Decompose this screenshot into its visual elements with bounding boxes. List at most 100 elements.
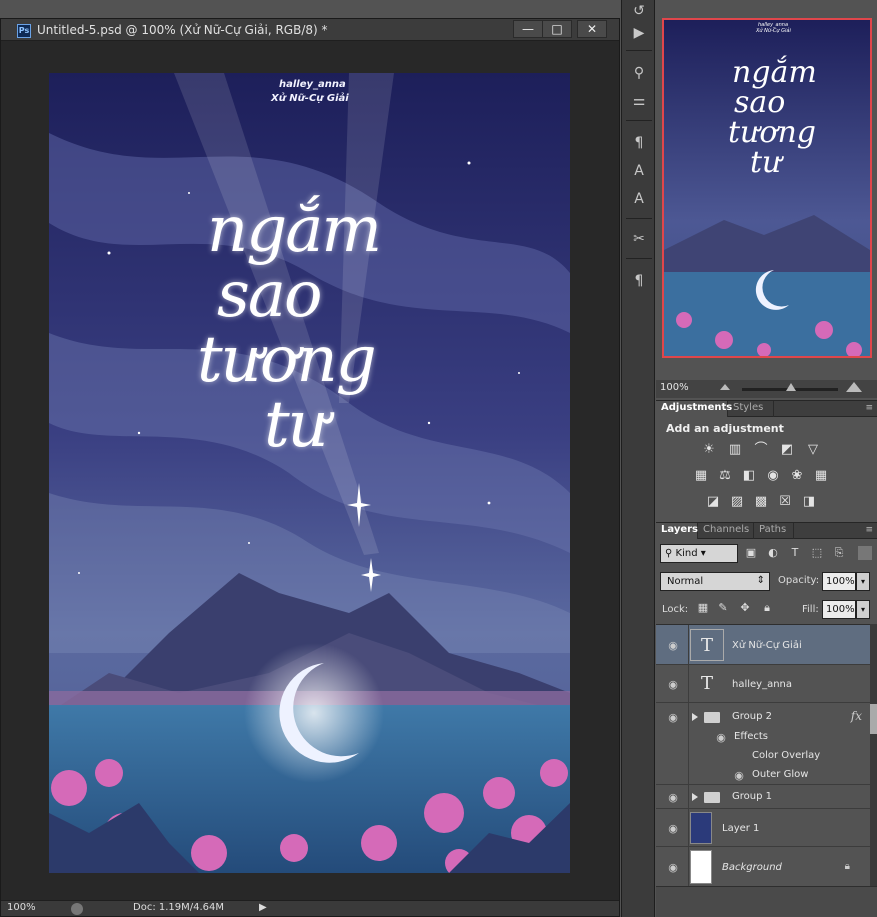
layer-group-row[interactable]: ◉ Group 1 — [656, 785, 870, 809]
layer-row[interactable]: ◉ T Xử Nữ-Cự Giải — [656, 625, 870, 665]
blend-mode-select[interactable]: Normal ⇕ — [660, 572, 770, 591]
layer-lock-icon: 🔒︎ — [844, 861, 850, 872]
photo-filter-icon[interactable]: ◉ — [764, 468, 782, 484]
layer-name[interactable]: Xử Nữ-Cự Giải — [732, 640, 802, 651]
selective-color-icon[interactable]: ☒ — [776, 494, 794, 510]
lock-label: Lock: — [662, 604, 689, 615]
brush-presets-icon[interactable]: ⚲ — [627, 62, 651, 84]
layer-name[interactable]: halley_anna — [732, 679, 792, 690]
lock-all-icon[interactable]: 🔒︎ — [760, 601, 774, 615]
adjustment-filter-icon[interactable]: ◐ — [766, 546, 780, 560]
effects-fx-icon[interactable]: fx — [851, 709, 862, 723]
brush-settings-icon[interactable]: ⚌ — [627, 90, 651, 112]
layers-panel-menu-icon[interactable]: ≡ — [865, 525, 873, 535]
layers-scrollbar-thumb[interactable] — [870, 704, 877, 734]
tab-layers[interactable]: Layers — [656, 523, 698, 539]
close-button[interactable]: ✕ — [577, 20, 607, 38]
navigator-zoom-value[interactable]: 100% — [660, 382, 689, 393]
visibility-eye-icon[interactable]: ◉ — [666, 678, 680, 691]
history-icon[interactable]: ↺ — [627, 0, 651, 22]
tab-adjustments[interactable]: Adjustments — [656, 401, 732, 417]
threshold-icon[interactable]: ▩ — [752, 494, 770, 510]
status-zoom[interactable]: 100% — [7, 902, 36, 913]
gradient-map-icon[interactable]: ◨ — [800, 494, 818, 510]
type-filter-icon[interactable]: T — [788, 546, 802, 560]
brightness-icon[interactable]: ☀ — [700, 442, 718, 458]
artwork-title-line-2: sao — [217, 258, 323, 332]
layer-row[interactable]: ◉ T halley_anna — [656, 665, 870, 703]
channel-mixer-icon[interactable]: ❀ — [788, 468, 806, 484]
paragraph-icon[interactable]: ¶ — [627, 270, 651, 292]
curves-icon[interactable]: ⌒ — [752, 442, 770, 458]
exposure-icon[interactable]: ◩ — [778, 442, 796, 458]
actions-play-icon[interactable]: ▶ — [627, 22, 651, 44]
status-menu-arrow-icon[interactable]: ▶ — [259, 902, 267, 913]
layers-tabs: Layers Channels Paths ≡ — [656, 522, 877, 539]
effect-color-overlay[interactable]: Color Overlay — [752, 750, 820, 761]
tool-divider — [626, 120, 652, 121]
panel-icon-strip: ↺ ▶ ⚲ ⚌ ¶ A A ✂ ¶ — [621, 0, 655, 917]
visibility-eye-icon[interactable]: ◉ — [666, 791, 680, 804]
artwork-canvas[interactable]: halley_anna Xử Nữ-Cự Giải ngắm sao tương… — [49, 73, 570, 873]
pixel-filter-icon[interactable]: ▣ — [744, 546, 758, 560]
layer-name[interactable]: Layer 1 — [722, 823, 759, 834]
lookup-icon[interactable]: ▦ — [812, 468, 830, 484]
folder-icon — [704, 792, 720, 803]
visibility-eye-icon[interactable]: ◉ — [666, 711, 680, 724]
minimize-button[interactable]: — — [513, 20, 543, 38]
hue-icon[interactable]: ▦ — [692, 468, 710, 484]
bw-icon[interactable]: ◧ — [740, 468, 758, 484]
invert-icon[interactable]: ◪ — [704, 494, 722, 510]
lock-transparent-icon[interactable]: ▦ — [696, 601, 710, 615]
filter-toggle-icon[interactable] — [858, 546, 872, 560]
canvas-area[interactable]: halley_anna Xử Nữ-Cự Giải ngắm sao tương… — [1, 42, 619, 904]
layer-name[interactable]: Group 1 — [732, 791, 772, 802]
expand-triangle-icon[interactable] — [692, 793, 698, 801]
effect-outer-glow[interactable]: Outer Glow — [752, 769, 808, 780]
row-divider — [688, 625, 689, 664]
layer-row[interactable]: ◉ Layer 1 — [656, 809, 870, 847]
layer-1-thumbnail — [690, 812, 712, 844]
fill-input[interactable]: 100% — [822, 600, 856, 619]
layer-group-row[interactable]: ◉ Group 2 fx ◉ Effects Color Overlay ◉ O… — [656, 703, 870, 785]
zoom-slider-handle[interactable] — [786, 383, 796, 391]
layers-scrollbar[interactable] — [870, 624, 877, 886]
opacity-dropdown-icon[interactable]: ▾ — [856, 572, 870, 591]
panel-menu-icon[interactable]: ≡ — [865, 403, 873, 413]
tab-paths[interactable]: Paths — [754, 523, 794, 539]
adjustments-heading: Add an adjustment — [666, 422, 784, 435]
opacity-input[interactable]: 100% — [822, 572, 856, 591]
maximize-button[interactable]: □ — [542, 20, 572, 38]
layer-kind-filter[interactable]: ⚲ Kind ▾ — [660, 544, 738, 563]
tool-presets-icon[interactable]: ✂ — [627, 228, 651, 250]
zoom-in-icon[interactable] — [846, 382, 862, 392]
navigator-thumbnail[interactable]: ngắm sao tương tư halley_anna Xử Nữ-Cự G… — [662, 18, 872, 358]
vibrance-icon[interactable]: ▽ — [804, 442, 822, 458]
visibility-eye-icon[interactable]: ◉ — [666, 822, 680, 835]
character-icon[interactable]: A — [627, 160, 651, 182]
status-info-icon[interactable] — [71, 903, 83, 915]
tab-channels[interactable]: Channels — [698, 523, 754, 539]
expand-triangle-icon[interactable] — [692, 713, 698, 721]
tab-styles[interactable]: Styles — [728, 401, 774, 417]
levels-icon[interactable]: ▥ — [726, 442, 744, 458]
lock-position-icon[interactable]: ✥ — [738, 601, 752, 615]
balance-icon[interactable]: ⚖ — [716, 468, 734, 484]
layer-name[interactable]: Group 2 — [732, 711, 772, 722]
visibility-eye-icon[interactable]: ◉ — [666, 861, 680, 874]
lock-image-icon[interactable]: ✎ — [716, 601, 730, 615]
smart-object-filter-icon[interactable]: ⎘ — [832, 546, 846, 560]
character-styles-icon[interactable]: A — [627, 188, 651, 210]
outer-glow-eye-icon[interactable]: ◉ — [732, 769, 746, 782]
posterize-icon[interactable]: ▨ — [728, 494, 746, 510]
effects-eye-icon[interactable]: ◉ — [714, 731, 728, 744]
document-titlebar[interactable]: Ps Untitled-5.psd @ 100% (Xử Nữ-Cự Giải,… — [1, 19, 619, 41]
layer-row[interactable]: ◉ Background 🔒︎ — [656, 847, 870, 887]
paragraph-styles-icon[interactable]: ¶ — [627, 132, 651, 154]
zoom-out-icon[interactable] — [720, 384, 730, 390]
layer-name[interactable]: Background — [722, 862, 782, 873]
row-divider — [688, 665, 689, 702]
shape-filter-icon[interactable]: ⬚ — [810, 546, 824, 560]
fill-dropdown-icon[interactable]: ▾ — [856, 600, 870, 619]
visibility-eye-icon[interactable]: ◉ — [666, 639, 680, 652]
